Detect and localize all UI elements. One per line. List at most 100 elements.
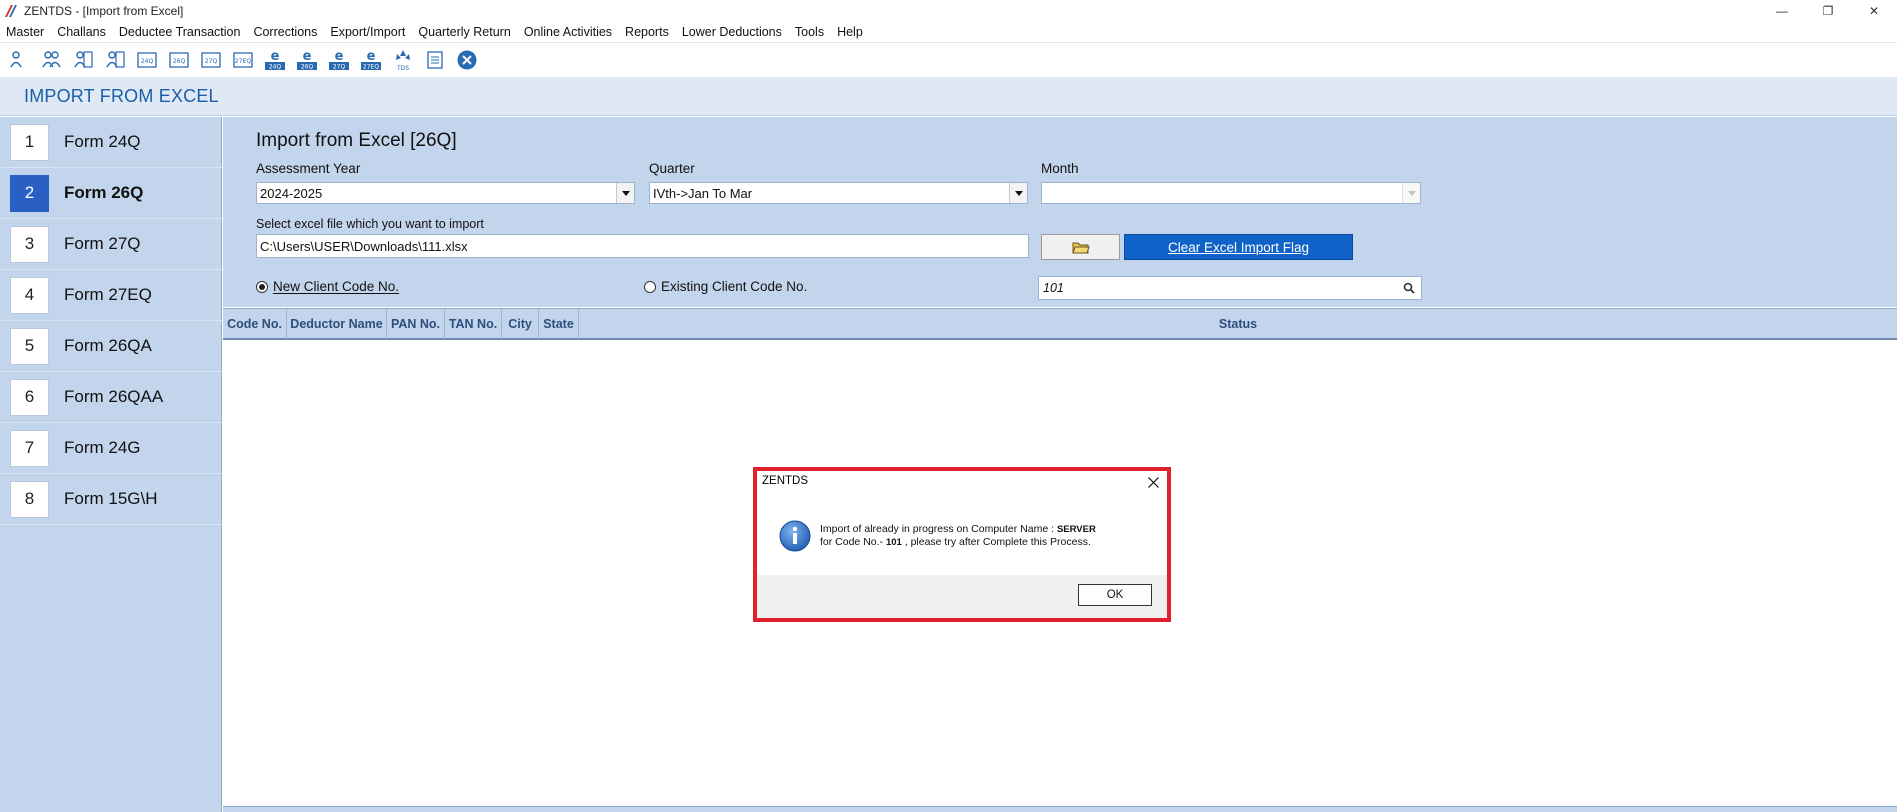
- svg-text:e: e: [367, 49, 376, 64]
- assessment-year-label: Assessment Year: [256, 161, 361, 176]
- open-folder-icon: [1071, 242, 1090, 254]
- col-city[interactable]: City: [502, 309, 539, 339]
- header-band: IMPORT FROM EXCEL: [0, 77, 1897, 116]
- sidebar-item-form-26qa[interactable]: 5 Form 26QA: [0, 321, 222, 372]
- sidebar-item-form-27eq[interactable]: 4 Form 27EQ: [0, 270, 222, 321]
- app-logo-icon: [5, 5, 17, 17]
- sidebar-item-number: 3: [10, 225, 49, 263]
- person-doc2-icon[interactable]: [102, 47, 128, 73]
- sidebar-item-form-15g-h[interactable]: 8 Form 15G\H: [0, 474, 222, 525]
- dialog-code-no: 101: [885, 537, 902, 548]
- minimize-button[interactable]: —: [1759, 0, 1805, 22]
- form-26q-doc-icon[interactable]: 26Q: [166, 47, 192, 73]
- person-doc-icon[interactable]: [70, 47, 96, 73]
- col-status[interactable]: Status: [579, 309, 1897, 339]
- menu-bar: Master Challans Deductee Transaction Cor…: [0, 22, 1897, 43]
- col-tan-no[interactable]: TAN No.: [445, 309, 502, 339]
- menu-online-activities[interactable]: Online Activities: [524, 25, 612, 39]
- excel-file-path-input[interactable]: C:\Users\USER\Downloads\111.xlsx: [256, 234, 1029, 258]
- e-27eq-icon[interactable]: e 27EQ: [358, 47, 384, 73]
- group-icon[interactable]: [38, 47, 64, 73]
- message-dialog: ZENTDS Import of already in progress on …: [757, 471, 1167, 618]
- dialog-message: Import of already in progress on Compute…: [820, 523, 1160, 549]
- form-sidebar: 1 Form 24Q 2 Form 26Q 3 Form 27Q 4 Form 27EQ 5 Fo…: [0, 117, 222, 812]
- clear-excel-import-flag-button[interactable]: Clear Excel Import Flag: [1124, 234, 1353, 260]
- search-icon[interactable]: [1403, 282, 1415, 294]
- close-window-button[interactable]: ✕: [1851, 0, 1897, 22]
- dialog-msg-line2-suffix: , please try after Complete this Process…: [901, 536, 1091, 548]
- title-bar: ZENTDS - [Import from Excel] — ❐ ✕: [0, 0, 1897, 22]
- sidebar-item-label: Form 24G: [64, 438, 141, 457]
- menu-reports[interactable]: Reports: [625, 25, 669, 39]
- sidebar-item-form-27q[interactable]: 3 Form 27Q: [0, 219, 222, 270]
- sidebar-item-form-24q[interactable]: 1 Form 24Q: [0, 117, 222, 168]
- svg-text:e: e: [303, 49, 312, 64]
- menu-export-import[interactable]: Export/Import: [330, 25, 405, 39]
- form-24q-doc-icon[interactable]: 24Q: [134, 47, 160, 73]
- month-select[interactable]: [1041, 182, 1421, 204]
- svg-text:24Q: 24Q: [269, 64, 282, 71]
- col-code-no[interactable]: Code No.: [223, 309, 287, 339]
- e-26q-icon[interactable]: e 26Q: [294, 47, 320, 73]
- report-doc-icon[interactable]: [422, 47, 448, 73]
- dialog-msg-line1: Import of already in progress on Compute…: [820, 523, 1057, 535]
- info-icon: [779, 520, 811, 552]
- col-pan-no[interactable]: PAN No.: [387, 309, 445, 339]
- e-24q-icon[interactable]: e 24Q: [262, 47, 288, 73]
- dialog-close-button[interactable]: [1145, 474, 1161, 490]
- dialog-title: ZENTDS: [762, 475, 808, 487]
- menu-deductee-transaction[interactable]: Deductee Transaction: [119, 25, 241, 39]
- existing-client-code-label: Existing Client Code No.: [661, 279, 808, 294]
- existing-client-code-radio[interactable]: Existing Client Code No.: [644, 279, 807, 294]
- menu-challans[interactable]: Challans: [57, 25, 106, 39]
- svg-text:27Q: 27Q: [205, 58, 218, 65]
- restore-button[interactable]: ❐: [1805, 0, 1851, 22]
- sidebar-item-form-24g[interactable]: 7 Form 24G: [0, 423, 222, 474]
- col-deductor-name[interactable]: Deductor Name: [287, 309, 387, 339]
- menu-master[interactable]: Master: [6, 25, 44, 39]
- sidebar-item-label: Form 27EQ: [64, 285, 152, 304]
- dialog-msg-line2: for Code No.-: [820, 536, 886, 548]
- menu-lower-deductions[interactable]: Lower Deductions: [682, 25, 782, 39]
- sidebar-item-label: Form 26QAA: [64, 387, 164, 406]
- menu-corrections[interactable]: Corrections: [253, 25, 317, 39]
- col-state[interactable]: State: [539, 309, 579, 339]
- users-icon[interactable]: [6, 47, 32, 73]
- quarter-label: Quarter: [649, 161, 695, 176]
- import-form-panel: Import from Excel [26Q] Assessment Year …: [223, 117, 1897, 307]
- dropdown-arrow-icon[interactable]: [616, 183, 634, 203]
- menu-tools[interactable]: Tools: [795, 25, 824, 39]
- sidebar-item-number: 1: [10, 123, 49, 161]
- dropdown-arrow-icon[interactable]: [1402, 183, 1420, 203]
- browse-folder-button[interactable]: [1041, 234, 1120, 260]
- page-title: IMPORT FROM EXCEL: [24, 86, 219, 106]
- form-27q-doc-icon[interactable]: 27Q: [198, 47, 224, 73]
- sidebar-item-number: 7: [10, 429, 49, 467]
- new-client-code-radio[interactable]: New Client Code No.: [256, 279, 399, 294]
- menu-quarterly-return[interactable]: Quarterly Return: [418, 25, 510, 39]
- quarter-select[interactable]: IVth->Jan To Mar: [649, 182, 1028, 204]
- exit-icon[interactable]: [454, 47, 480, 73]
- sidebar-item-label: Form 24Q: [64, 132, 141, 151]
- sidebar-item-form-26q[interactable]: 2 Form 26Q: [0, 168, 222, 219]
- sidebar-item-number: 4: [10, 276, 49, 314]
- toolbar: 24Q 26Q 27Q 27EQ e 24Q e 26Q e 27Q e 27EQ TDS: [0, 44, 1897, 76]
- client-code-search-input[interactable]: 101: [1038, 276, 1422, 300]
- sidebar-item-label: Form 26QA: [64, 336, 152, 355]
- assessment-year-select[interactable]: 2024-2025: [256, 182, 635, 204]
- quarter-value: IVth->Jan To Mar: [653, 185, 753, 201]
- e-27q-icon[interactable]: e 27Q: [326, 47, 352, 73]
- window-controls: — ❐ ✕: [1759, 0, 1897, 22]
- menu-help[interactable]: Help: [837, 25, 863, 39]
- sidebar-item-label: Form 15G\H: [64, 489, 158, 508]
- sidebar-item-form-26qaa[interactable]: 6 Form 26QAA: [0, 372, 222, 423]
- ok-button[interactable]: OK: [1078, 584, 1152, 606]
- svg-text:26Q: 26Q: [301, 64, 314, 71]
- sidebar-item-number: 2: [10, 174, 49, 212]
- radio-unselected-icon: [644, 280, 656, 293]
- dropdown-arrow-icon[interactable]: [1009, 183, 1027, 203]
- svg-text:26Q: 26Q: [173, 58, 186, 65]
- file-select-label: Select excel file which you want to impo…: [256, 217, 484, 231]
- tds-icon[interactable]: TDS: [390, 47, 416, 73]
- form-27eq-doc-icon[interactable]: 27EQ: [230, 47, 256, 73]
